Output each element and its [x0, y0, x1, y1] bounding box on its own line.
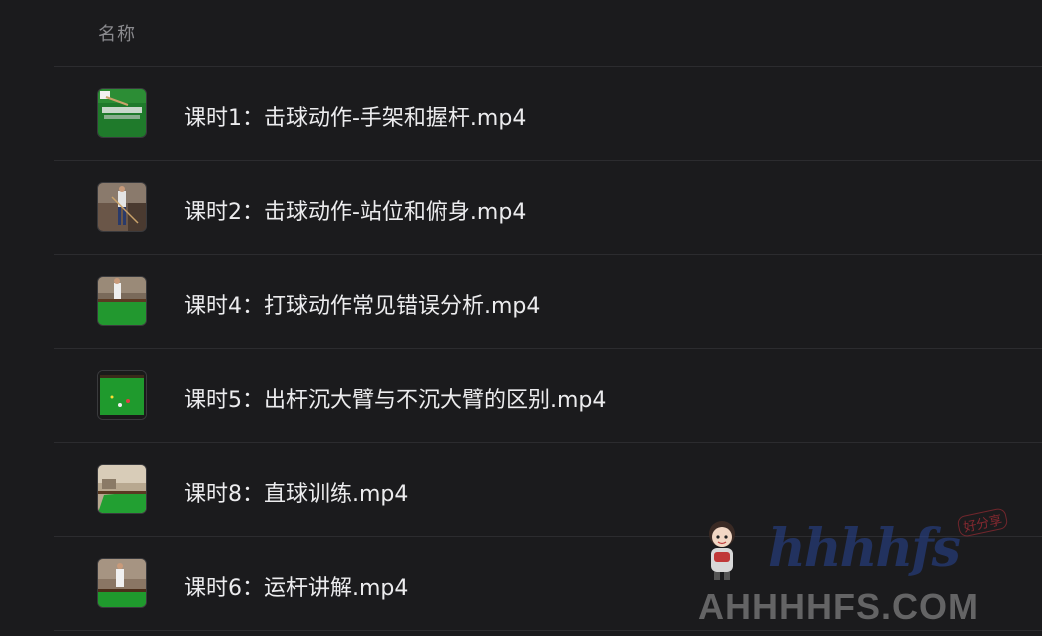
file-name: 课时1：击球动作-手架和握杆.mp4: [184, 106, 527, 131]
video-thumbnail: [98, 277, 146, 325]
file-row[interactable]: 课时4：打球动作常见错误分析.mp4: [54, 255, 1042, 349]
file-name: 课时5：出杆沉大臂与不沉大臂的区别.mp4: [184, 388, 607, 413]
video-thumbnail: [98, 465, 146, 513]
column-header: 名称: [54, 0, 1042, 67]
video-thumbnail: [98, 89, 146, 137]
file-name: 课时8：直球训练.mp4: [184, 482, 409, 507]
site-watermark: hhhhfs 好分享 AHHHHFS.COM: [690, 507, 1030, 630]
watermark-domain: AHHHHFS.COM: [698, 586, 979, 627]
watermark-script: hhhhfs: [768, 518, 961, 579]
file-name: 课时6：运杆讲解.mp4: [184, 576, 409, 601]
name-column-header[interactable]: 名称: [98, 20, 136, 46]
mascot-icon: [709, 521, 735, 580]
watermark-tag: 好分享: [956, 507, 1009, 538]
file-name: 课时4：打球动作常见错误分析.mp4: [184, 294, 541, 319]
file-name: 课时2：击球动作-站位和俯身.mp4: [184, 200, 527, 225]
file-row[interactable]: 课时1：击球动作-手架和握杆.mp4: [54, 67, 1042, 161]
video-thumbnail: [98, 183, 146, 231]
file-row[interactable]: 课时5：出杆沉大臂与不沉大臂的区别.mp4: [54, 349, 1042, 443]
video-thumbnail: [98, 559, 146, 607]
video-thumbnail: [98, 371, 146, 419]
file-list-window: 名称 课时1：击球动作-手架和握杆.mp4 课时2：击球动作-站位和俯身.mp4…: [0, 0, 1042, 636]
file-row[interactable]: 课时2：击球动作-站位和俯身.mp4: [54, 161, 1042, 255]
